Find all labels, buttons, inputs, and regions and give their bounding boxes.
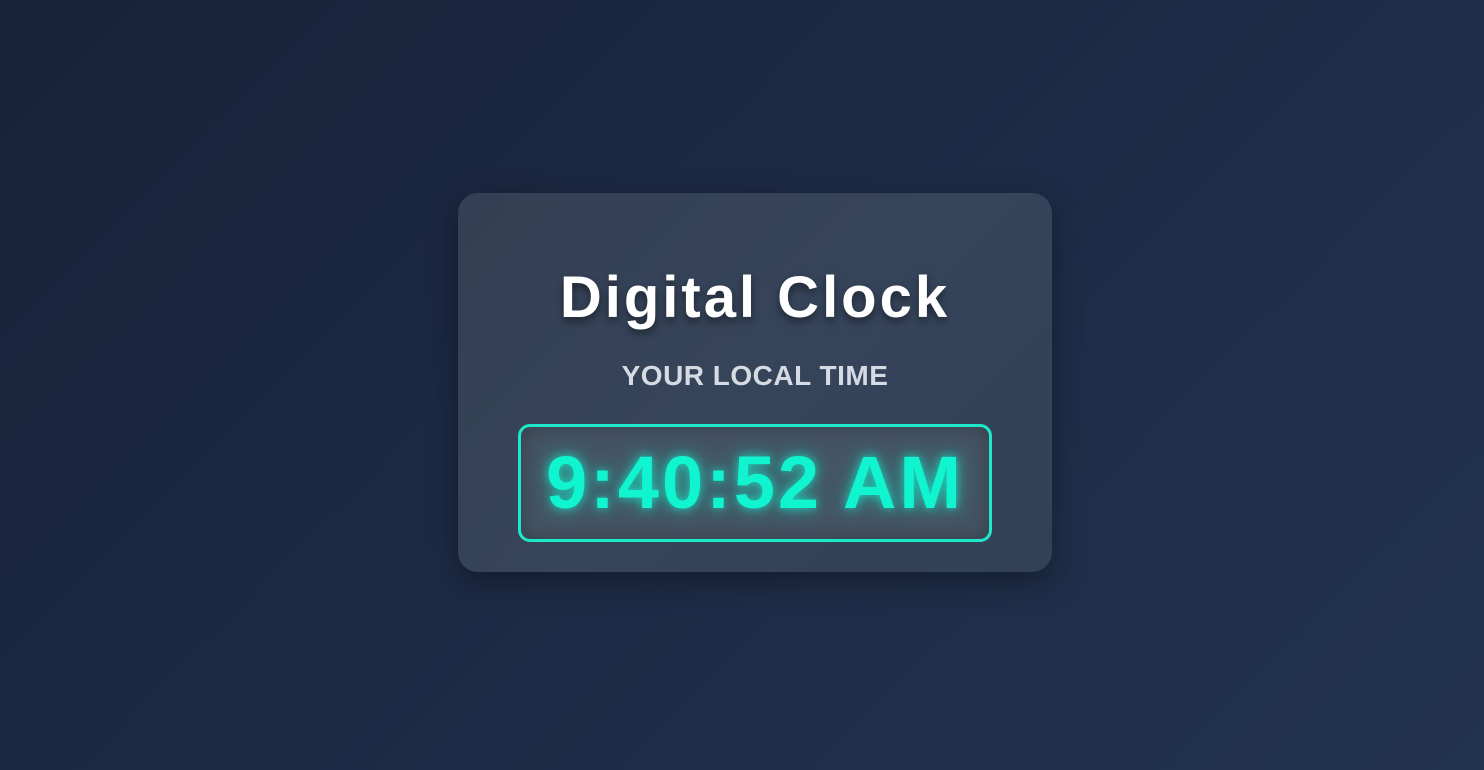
current-time: 9:40:52 AM: [546, 441, 964, 524]
clock-card: Digital Clock YOUR LOCAL TIME 9:40:52 AM: [458, 193, 1052, 572]
time-display: 9:40:52 AM: [518, 424, 992, 542]
clock-subtitle: YOUR LOCAL TIME: [621, 360, 889, 391]
page-title: Digital Clock: [559, 265, 951, 330]
